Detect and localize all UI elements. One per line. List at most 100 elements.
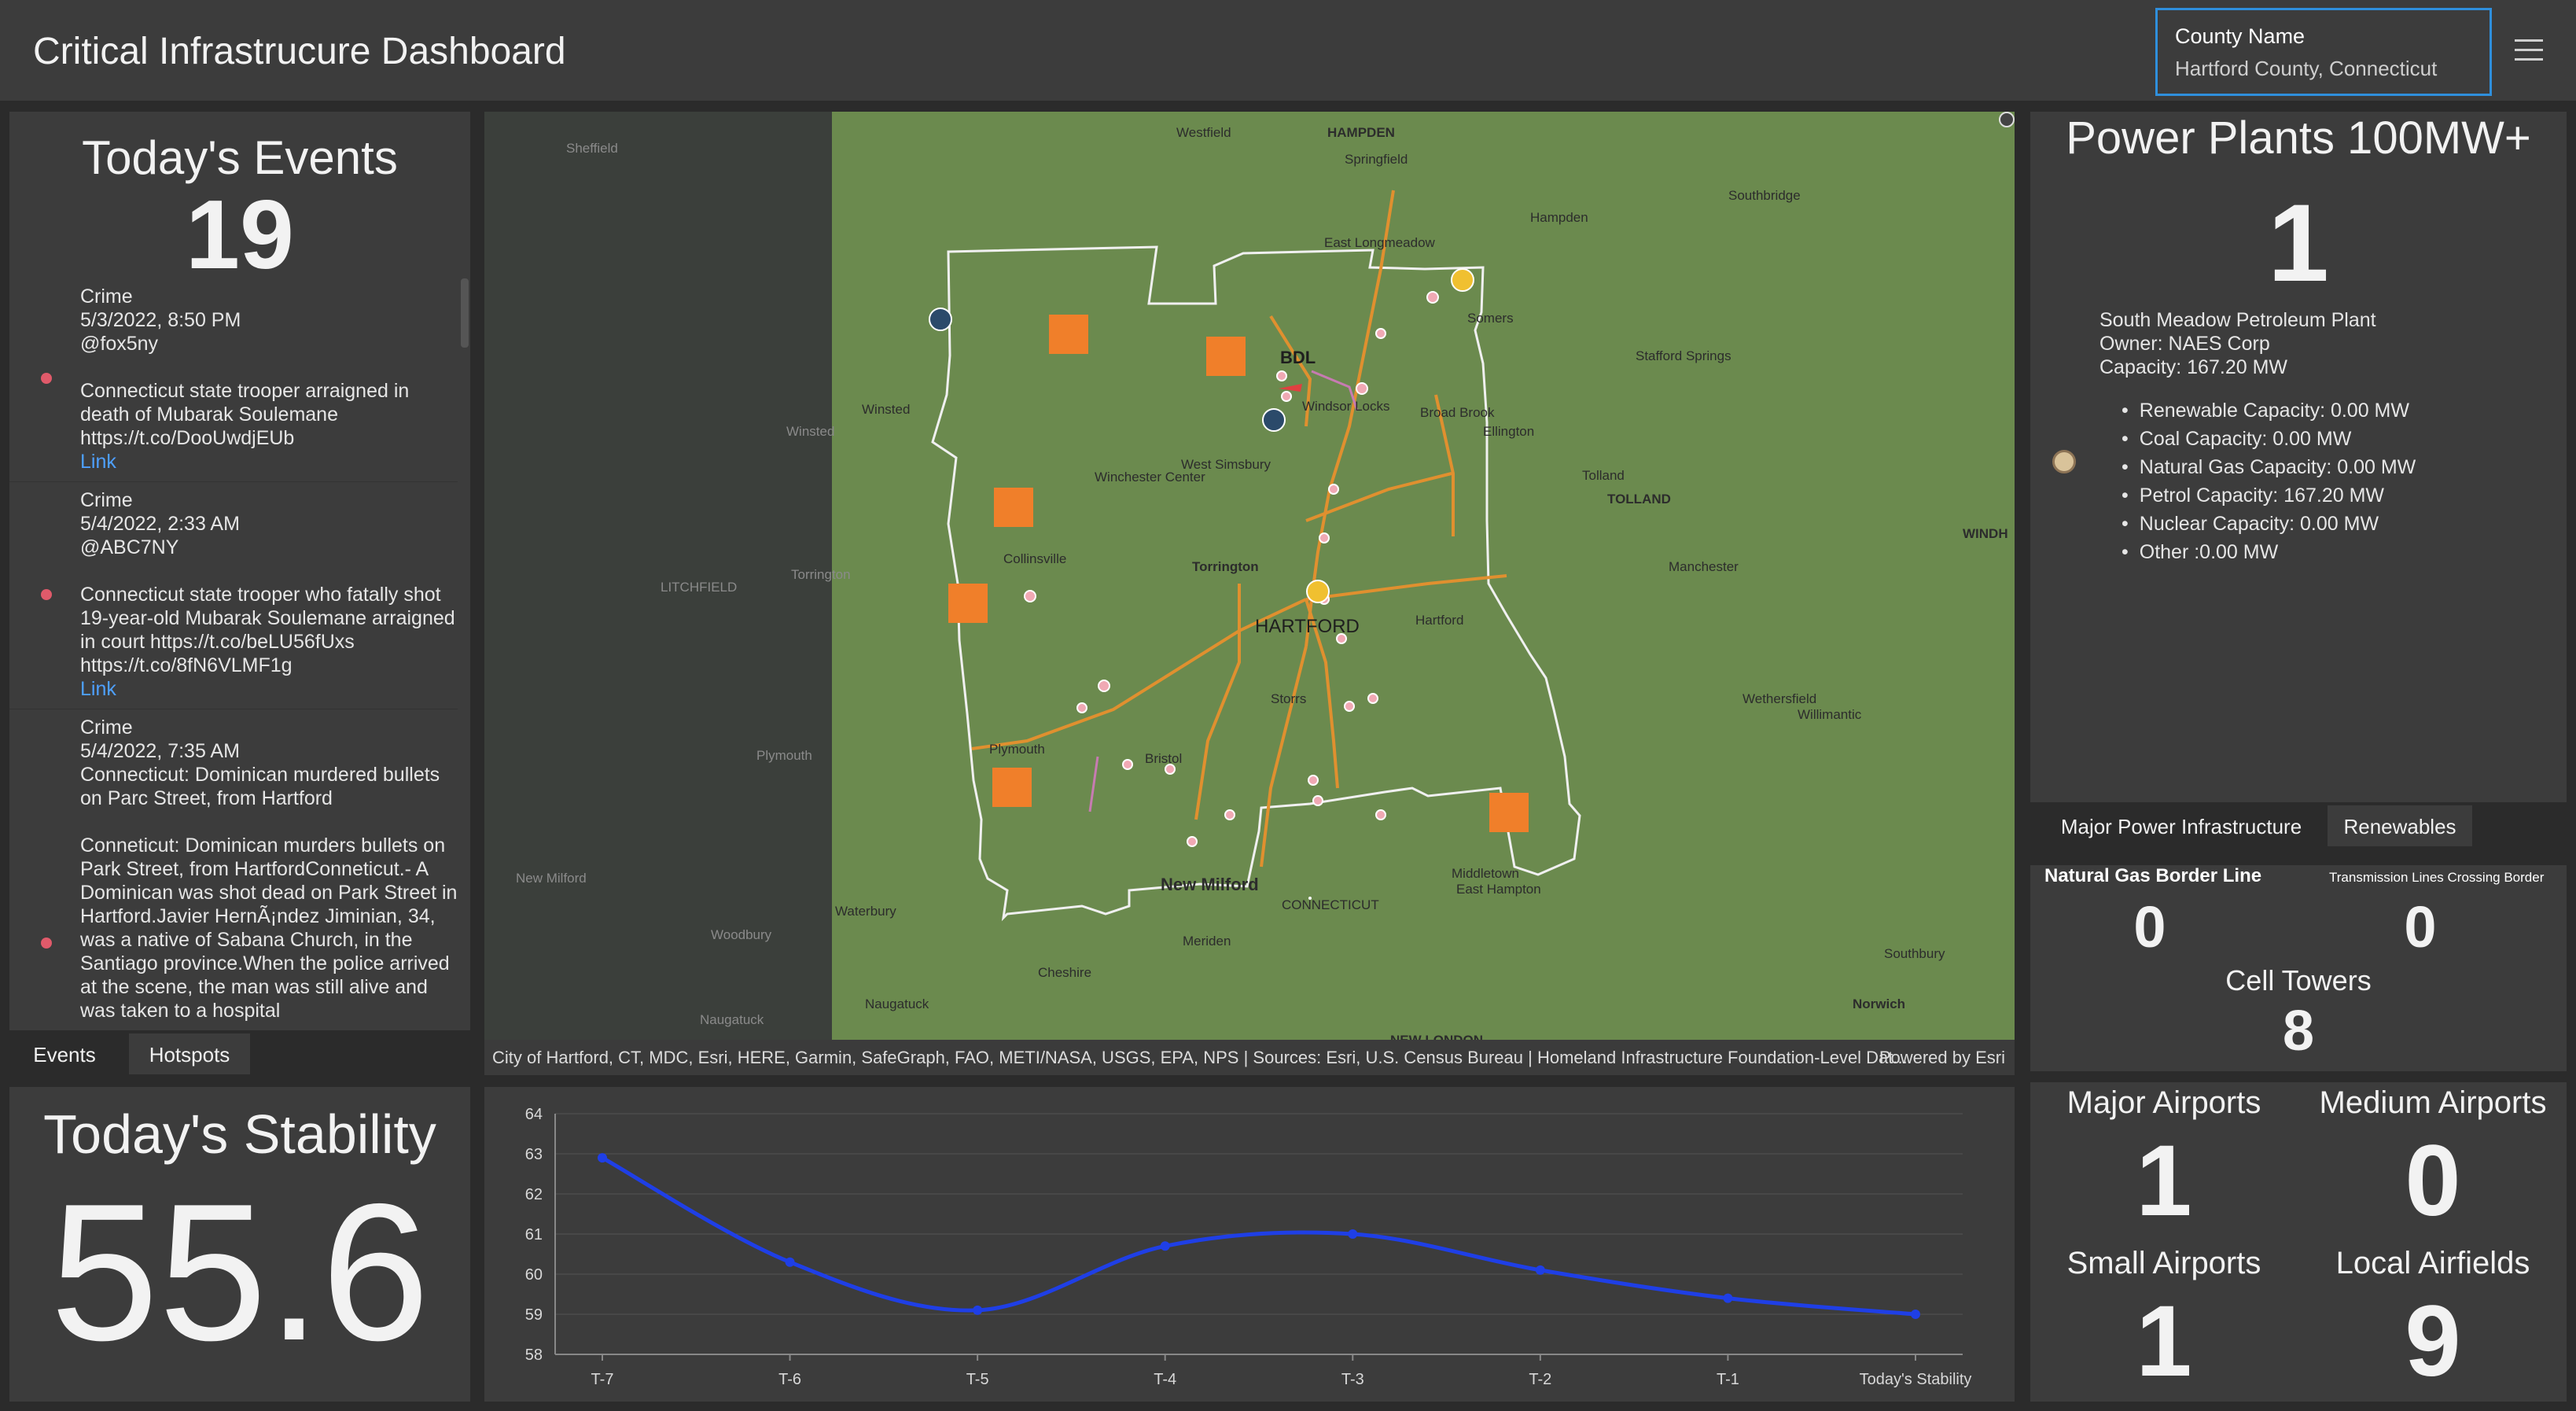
tab-major-power-infrastructure[interactable]: Major Power Infrastructure: [2046, 805, 2317, 846]
event-dot-icon: [41, 938, 52, 949]
cell-towers-value: 8: [2282, 1000, 2315, 1063]
transmission-label: Transmission Lines Crossing Border: [2329, 870, 2545, 885]
map-panel[interactable]: BDL Windsor Locks Broad Brook Ellington …: [484, 112, 2015, 1075]
capacity-item: Petrol Capacity: 167.20 MW: [2122, 481, 2416, 510]
y-tick-label: 58: [525, 1347, 543, 1364]
scroll-thumb[interactable]: [461, 278, 469, 348]
event-link[interactable]: Link: [80, 677, 458, 701]
stability-panel: Today's Stability 55.6: [9, 1087, 470, 1402]
map-label-bdl: BDL: [1280, 348, 1316, 367]
medium-airports-value: 0: [2405, 1125, 2461, 1237]
svg-text:CONNECTICUT: CONNECTICUT: [1282, 897, 1379, 912]
event-text: Conneticut: Dominican murders bullets on…: [80, 834, 458, 1022]
svg-text:Norwich: Norwich: [1853, 997, 1905, 1011]
airports-panel: Major Airports 1 Medium Airports 0 Small…: [2030, 1082, 2567, 1402]
svg-text:Manchester: Manchester: [1669, 559, 1739, 574]
event-text: Connecticut state trooper arraigned in d…: [80, 380, 410, 449]
transmission-value: 0: [2404, 894, 2437, 960]
data-point: [785, 1257, 795, 1267]
hamburger-menu-icon[interactable]: [2515, 39, 2543, 63]
svg-text:Plymouth: Plymouth: [989, 742, 1045, 757]
map-label-hartford: HARTFORD: [1255, 616, 1360, 637]
svg-text:Winsted: Winsted: [862, 402, 910, 417]
svg-text:Torrington: Torrington: [791, 567, 851, 582]
x-tick-label: T-6: [778, 1371, 801, 1388]
power-title: Power Plants 100MW+: [2066, 112, 2531, 164]
y-tick-label: 62: [525, 1186, 543, 1203]
event-datetime: 5/4/2022, 2:33 AM: [80, 513, 240, 535]
event-type: Crime: [80, 286, 133, 308]
app-title: Critical Infrastrucure Dashboard: [33, 31, 566, 72]
svg-text:Sheffield: Sheffield: [566, 141, 618, 156]
event-datetime: 5/3/2022, 8:50 PM: [80, 309, 241, 331]
event-source: Connecticut: Dominican murdered bullets …: [80, 764, 440, 809]
events-scrollbar[interactable]: [461, 278, 469, 1030]
y-tick-label: 64: [525, 1106, 543, 1123]
plant-capacity: Capacity: 167.20 MW: [2099, 356, 2287, 378]
data-point: [1160, 1241, 1170, 1251]
map-canvas[interactable]: BDL Windsor Locks Broad Brook Ellington …: [484, 112, 2015, 1048]
data-point: [973, 1305, 983, 1315]
svg-text:Waterbury: Waterbury: [835, 904, 896, 919]
event-link[interactable]: Link: [80, 450, 458, 473]
svg-text:Middletown: Middletown: [1452, 866, 1519, 881]
local-airfields-value: 9: [2405, 1285, 2461, 1398]
y-tick-label: 61: [525, 1226, 543, 1243]
data-point: [1348, 1229, 1358, 1239]
event-dot-icon: [41, 373, 52, 384]
svg-text:Tolland: Tolland: [1582, 468, 1625, 483]
svg-text:Hartford: Hartford: [1415, 613, 1463, 628]
svg-text:New Milford: New Milford: [1161, 875, 1259, 894]
fullscreen-icon[interactable]: [1999, 112, 2015, 127]
power-plant-marker: [1451, 268, 1474, 292]
svg-text:Southbury: Southbury: [1884, 946, 1945, 961]
svg-text:Broad Brook: Broad Brook: [1420, 405, 1495, 420]
event-item[interactable]: Crime 5/3/2022, 8:50 PM @fox5ny Connecti…: [9, 278, 458, 482]
svg-text:Woodbury: Woodbury: [711, 927, 772, 942]
tab-renewables[interactable]: Renewables: [2328, 805, 2472, 846]
water-marker: [1262, 408, 1286, 432]
stability-line-chart[interactable]: 58 59 60 61 62 63 64 T-7 T-6 T-5 T-4 T-3 T-2 T-1 Today…: [484, 1087, 2015, 1402]
svg-text:Torrington: Torrington: [1192, 559, 1259, 574]
svg-text:Winsted: Winsted: [786, 424, 834, 439]
data-point: [598, 1153, 607, 1163]
event-source: @fox5ny: [80, 333, 159, 355]
svg-text:Springfield: Springfield: [1345, 152, 1408, 167]
x-tick-label: T-2: [1529, 1371, 1551, 1388]
event-item[interactable]: Crime 5/4/2022, 2:33 AM @ABC7NY Connecti…: [9, 482, 458, 709]
petroleum-plant-icon: [2052, 450, 2076, 473]
small-airports-label: Small Airports: [2066, 1246, 2261, 1280]
plant-info: South Meadow Petroleum Plant Owner: NAES…: [2099, 308, 2376, 379]
svg-text:Cheshire: Cheshire: [1038, 965, 1091, 980]
data-point: [1535, 1265, 1545, 1275]
event-type: Crime: [80, 717, 133, 739]
svg-text:Ellington: Ellington: [1483, 424, 1534, 439]
svg-text:Collinsville: Collinsville: [1003, 551, 1066, 566]
powered-by-esri[interactable]: Powered by Esri: [1879, 1048, 2005, 1068]
stability-chart-panel: 58 59 60 61 62 63 64 T-7 T-6 T-5 T-4 T-3 T-2 T-1 Today…: [484, 1087, 2015, 1402]
tab-events[interactable]: Events: [9, 1033, 120, 1074]
svg-text:Somers: Somers: [1467, 311, 1514, 326]
county-selector[interactable]: County Name Hartford County, Connecticut: [2155, 8, 2492, 96]
data-point: [1911, 1310, 1920, 1319]
tab-hotspots[interactable]: Hotspots: [129, 1033, 250, 1074]
svg-text:Hampden: Hampden: [1530, 210, 1588, 225]
svg-text:New Milford: New Milford: [516, 871, 587, 886]
capacity-item: Other :0.00 MW: [2122, 538, 2416, 566]
svg-text:Meriden: Meriden: [1183, 934, 1231, 949]
svg-text:TOLLAND: TOLLAND: [1607, 492, 1671, 507]
event-text: Connecticut state trooper who fatally sh…: [80, 584, 455, 676]
y-tick-label: 63: [525, 1146, 543, 1163]
x-tick-label: T-7: [591, 1371, 614, 1388]
svg-text:Windsor Locks: Windsor Locks: [1302, 399, 1389, 414]
capacity-item: Coal Capacity: 0.00 MW: [2122, 425, 2416, 453]
x-tick-label: T-3: [1341, 1371, 1364, 1388]
event-item[interactable]: Crime 5/4/2022, 7:35 AM Connecticut: Dom…: [9, 709, 458, 1030]
county-label: County Name: [2175, 24, 2306, 48]
events-list[interactable]: Crime 5/3/2022, 8:50 PM @fox5ny Connecti…: [9, 278, 458, 1030]
map-attribution-text: City of Hartford, CT, MDC, Esri, HERE, G…: [492, 1048, 1908, 1067]
capacity-item: Natural Gas Capacity: 0.00 MW: [2122, 453, 2416, 481]
county-value: Hartford County, Connecticut: [2175, 57, 2438, 80]
stability-value: 55.6: [50, 1162, 430, 1381]
event-type: Crime: [80, 489, 133, 511]
